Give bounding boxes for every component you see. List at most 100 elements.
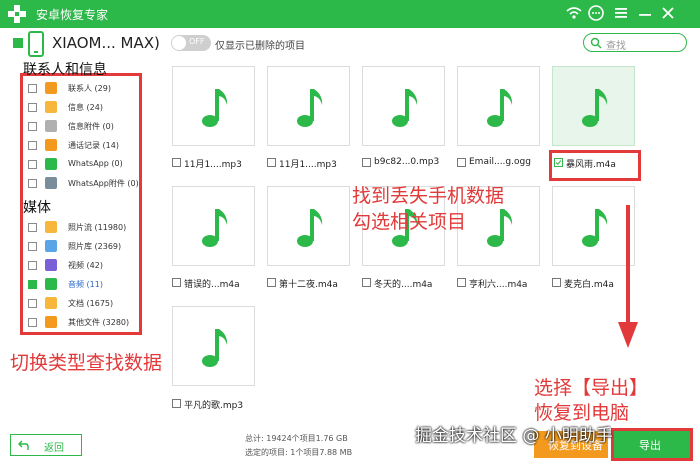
sidebar-item-message-attachments[interactable]: 信息附件 (0) (28, 119, 143, 134)
minimize-icon[interactable] (636, 4, 654, 22)
checkbox[interactable] (28, 299, 37, 308)
music-note-icon (487, 209, 513, 247)
sidebar-item-whatsapp[interactable]: WhatsApp (0) (28, 157, 143, 172)
file-name: 11月1....mp3 (184, 160, 242, 170)
whatsapp-icon (45, 158, 57, 170)
app-logo-icon (8, 5, 26, 23)
music-note-icon (582, 89, 608, 127)
phone-icon (28, 31, 44, 57)
checkbox[interactable] (28, 160, 37, 169)
file-thumbnail-selected[interactable] (552, 66, 635, 146)
search-input[interactable]: 查找 (583, 33, 687, 52)
feedback-icon[interactable] (587, 4, 605, 22)
document-icon (45, 297, 57, 309)
sidebar-item-label: 信息 (24) (68, 103, 103, 112)
video-icon (45, 259, 57, 271)
sidebar-item-label: WhatsApp (0) (68, 159, 123, 168)
checkbox[interactable] (28, 84, 37, 93)
file-item[interactable]: 11月1....mp3 (172, 156, 262, 170)
sidebar-item-label: 照片库 (2369) (68, 242, 122, 251)
annotation-choose-export: 选择【导出】 (534, 377, 649, 399)
sidebar-item-messages[interactable]: 信息 (24) (28, 100, 143, 115)
music-note-icon (297, 209, 323, 247)
checkbox[interactable] (28, 261, 37, 270)
checkbox[interactable] (457, 278, 466, 287)
sidebar-item-photo-stream[interactable]: 照片流 (11980) (28, 220, 143, 235)
back-button[interactable]: 返回 (10, 434, 82, 456)
file-item[interactable]: 错误的...m4a (172, 276, 262, 290)
checkbox[interactable] (28, 179, 37, 188)
annotation-find-data: 找到丢失手机数据 (352, 185, 505, 207)
checkbox[interactable] (172, 399, 181, 408)
app-title: 安卓恢复专家 (36, 8, 109, 22)
file-name: 冬天的....m4a (374, 280, 433, 290)
checkbox[interactable] (267, 158, 276, 167)
sidebar-item-label: 其他文件 (3280) (68, 318, 130, 327)
file-thumbnail[interactable] (362, 66, 445, 146)
checkbox[interactable] (552, 278, 561, 287)
sidebar-item-label: 视频 (42) (68, 261, 103, 270)
file-item[interactable]: 11月1....mp3 (267, 156, 357, 170)
sidebar-item-call-log[interactable]: 通话记录 (14) (28, 138, 143, 153)
checkbox[interactable] (28, 318, 37, 327)
device-checkbox[interactable] (13, 38, 23, 48)
close-icon[interactable] (659, 4, 677, 22)
annotation-arrow (626, 205, 630, 325)
other-files-icon (45, 316, 57, 328)
device-name: XIAOM... MAX) (52, 34, 160, 52)
file-name: 平凡的歌.mp3 (184, 401, 244, 411)
file-item[interactable]: b9c82...0.mp3 (362, 156, 452, 170)
checkbox[interactable] (362, 158, 371, 167)
sidebar-item-photo-library[interactable]: 照片库 (2369) (28, 239, 143, 254)
file-thumbnail[interactable] (267, 186, 350, 266)
checkbox[interactable] (267, 278, 276, 287)
checkbox[interactable] (28, 141, 37, 150)
file-item[interactable]: 平凡的歌.mp3 (172, 397, 262, 411)
music-note-icon (392, 89, 418, 127)
file-thumbnail[interactable] (172, 306, 255, 386)
message-icon (45, 101, 57, 113)
sidebar-item-documents[interactable]: 文档 (1675) (28, 296, 143, 311)
checkbox[interactable] (28, 223, 37, 232)
file-name: 11月1....mp3 (279, 160, 337, 170)
file-item[interactable]: 冬天的....m4a (362, 276, 452, 290)
checkbox[interactable] (457, 158, 466, 167)
file-item[interactable]: Email....g.ogg (457, 156, 547, 170)
attachment-icon (45, 120, 57, 132)
photo-stream-icon (45, 221, 57, 233)
checkbox[interactable] (28, 122, 37, 131)
file-thumbnail[interactable] (172, 66, 255, 146)
file-thumbnail[interactable] (552, 186, 635, 266)
toggle-knob (172, 36, 186, 50)
file-thumbnail[interactable] (457, 66, 540, 146)
checkbox[interactable] (172, 278, 181, 287)
menu-icon[interactable] (612, 4, 630, 22)
sidebar-item-whatsapp-attachments[interactable]: WhatsApp附件 (0) (28, 176, 143, 191)
checkbox[interactable] (172, 158, 181, 167)
sidebar-item-label: 信息附件 (0) (68, 122, 114, 131)
file-name: 麦克白.m4a (564, 280, 614, 290)
file-item[interactable]: 亨利六....m4a (457, 276, 547, 290)
music-note-icon (202, 329, 228, 367)
export-highlight-frame (611, 428, 693, 461)
toggle-state: OFF (189, 37, 205, 46)
file-item[interactable]: 第十二夜.m4a (267, 276, 357, 290)
sidebar-item-label: 联系人 (29) (68, 84, 111, 93)
wifi-icon[interactable] (565, 4, 583, 22)
sidebar-item-audio[interactable]: 音频 (11) (28, 277, 143, 292)
deleted-only-toggle[interactable]: OFF (171, 35, 211, 51)
file-thumbnail[interactable] (172, 186, 255, 266)
file-thumbnail[interactable] (267, 66, 350, 146)
checkbox[interactable] (28, 103, 37, 112)
checkbox[interactable] (28, 242, 37, 251)
sidebar-item-other-files[interactable]: 其他文件 (3280) (28, 315, 143, 330)
checkbox[interactable] (362, 278, 371, 287)
annotation-switch-type: 切换类型查找数据 (10, 352, 163, 374)
watermark: 掘金技术社区 @ 小明助手 (415, 426, 613, 446)
sidebar-item-contacts[interactable]: 联系人 (29) (28, 81, 143, 96)
checkbox[interactable] (28, 280, 37, 289)
sidebar-item-video[interactable]: 视频 (42) (28, 258, 143, 273)
search-placeholder: 查找 (606, 41, 626, 52)
music-note-icon (202, 89, 228, 127)
category-heading-contacts: 联系人和信息 (23, 62, 107, 78)
